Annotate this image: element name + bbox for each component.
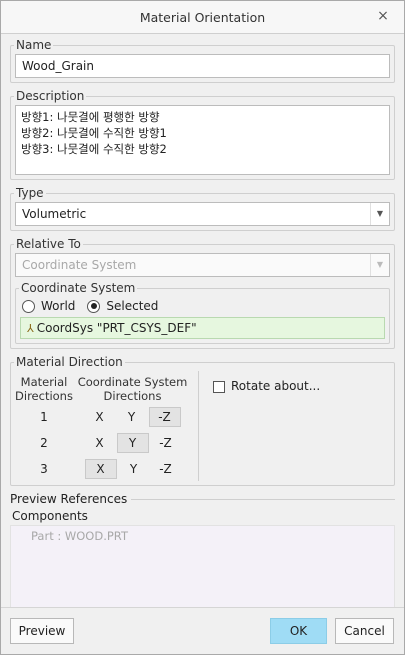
direction-table: Material Directions Coordinate System Di… — [15, 371, 199, 481]
rotate-about-checkbox[interactable] — [213, 381, 225, 393]
axis-x-button[interactable]: X — [84, 459, 117, 479]
material-direction-group: Material Direction Material Directions C… — [10, 355, 395, 486]
direction-table-header: Material Directions Coordinate System Di… — [15, 375, 192, 403]
selected-radio[interactable] — [87, 299, 101, 313]
description-line: 방향1: 나뭇결에 평행한 방향 — [21, 110, 160, 124]
world-radio-label[interactable]: World — [41, 299, 75, 313]
relative-to-select: Coordinate System ▼ — [15, 253, 390, 277]
coordinate-system-icon: ⅄ — [27, 322, 34, 335]
axis-y-button[interactable]: Y — [116, 433, 149, 453]
axis-neg-z-button[interactable]: -Z — [151, 459, 181, 479]
direction-number: 2 — [40, 436, 48, 450]
description-legend: Description — [16, 89, 85, 103]
coordinate-system-collector[interactable]: ⅄ CoordSys "PRT_CSYS_DEF" — [20, 317, 385, 339]
axis-neg-z-button[interactable]: -Z — [151, 433, 181, 453]
title-bar: Material Orientation × — [1, 1, 404, 34]
type-value: Volumetric — [22, 207, 87, 221]
direction-row: 3 X Y -Z — [15, 457, 192, 481]
name-input[interactable]: Wood_Grain — [15, 54, 390, 78]
description-line: 방향2: 나뭇결에 수직한 방향1 — [21, 126, 167, 140]
coordinate-directions-header: Directions — [103, 389, 162, 403]
chevron-down-icon: ▼ — [370, 254, 389, 276]
coordinate-system-legend: Coordinate System — [21, 281, 136, 295]
direction-number: 3 — [40, 462, 48, 476]
description-group: Description 방향1: 나뭇결에 평행한 방향 방향2: 나뭇결에 수… — [10, 89, 395, 180]
close-icon[interactable]: × — [374, 7, 392, 25]
name-group: Name Wood_Grain — [10, 38, 395, 83]
type-legend: Type — [16, 186, 44, 200]
type-select[interactable]: Volumetric ▼ — [15, 202, 390, 226]
direction-row: 2 X Y -Z — [15, 431, 192, 455]
window-title: Material Orientation — [139, 10, 266, 25]
description-line: 방향3: 나뭇결에 수직한 방향2 — [21, 142, 167, 156]
preview-references-legend: Preview References — [10, 492, 128, 506]
button-bar: Preview OK Cancel — [1, 607, 404, 654]
material-orientation-dialog: Material Orientation × Name Wood_Grain D… — [0, 0, 405, 655]
coordinate-system-radios: World Selected — [22, 299, 385, 313]
axis-neg-z-button[interactable]: -Z — [148, 407, 181, 427]
ok-button[interactable]: OK — [270, 618, 327, 644]
relative-to-value: Coordinate System — [22, 258, 137, 272]
list-item[interactable]: Part : WOOD.PRT — [31, 529, 374, 543]
material-direction-legend: Material Direction — [16, 355, 123, 369]
chevron-down-icon[interactable]: ▼ — [370, 203, 389, 225]
divider — [131, 498, 395, 500]
axis-y-button[interactable]: Y — [119, 459, 149, 479]
axis-y-button[interactable]: Y — [117, 407, 147, 427]
rotate-about-label[interactable]: Rotate about... — [231, 379, 320, 393]
direction-row: 1 X Y -Z — [15, 405, 192, 429]
coordinate-system-group: Coordinate System World Selected ⅄ CoordS… — [15, 281, 390, 344]
world-radio[interactable] — [22, 299, 35, 313]
relative-to-group: Relative To Coordinate System ▼ Coordina… — [10, 237, 395, 349]
components-label: Components — [12, 509, 88, 523]
rotate-about-option: Rotate about... — [199, 371, 390, 481]
coordinate-system-selection: CoordSys "PRT_CSYS_DEF" — [36, 321, 197, 335]
relative-to-legend: Relative To — [16, 237, 81, 251]
name-legend: Name — [16, 38, 52, 52]
type-group: Type Volumetric ▼ — [10, 186, 395, 231]
preview-references-header: Preview References — [10, 492, 395, 506]
cancel-button[interactable]: Cancel — [335, 618, 394, 644]
preview-button[interactable]: Preview — [10, 618, 74, 644]
material-directions-header: Directions — [15, 389, 73, 403]
material-directions-header: Material — [20, 375, 68, 389]
components-list[interactable]: Part : WOOD.PRT — [10, 525, 395, 618]
axis-x-button[interactable]: X — [85, 433, 115, 453]
coordinate-directions-header: Coordinate System — [77, 375, 188, 389]
selected-radio-label[interactable]: Selected — [106, 299, 158, 313]
axis-x-button[interactable]: X — [85, 407, 115, 427]
direction-number: 1 — [40, 410, 48, 424]
description-textarea[interactable]: 방향1: 나뭇결에 평행한 방향 방향2: 나뭇결에 수직한 방향1 방향3: … — [15, 105, 390, 175]
